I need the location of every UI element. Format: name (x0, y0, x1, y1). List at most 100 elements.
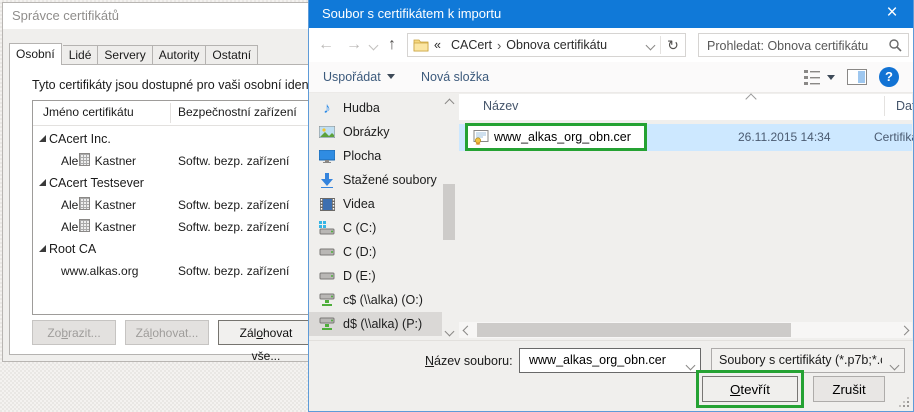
manager-buttons: Zobrazit... Zálohovat... Zálohovat vše..… (10, 320, 310, 346)
expanded-triangle-icon (39, 135, 46, 142)
address-bar[interactable]: « CACert › Obnova certifikátu ↻ (407, 33, 686, 57)
new-folder-button[interactable]: Nová složka (421, 62, 489, 92)
help-icon[interactable]: ? (879, 67, 899, 87)
sidebar-item-hudba[interactable]: ♪ Hudba (309, 96, 456, 120)
breadcrumb-obnova-certifikatu[interactable]: Obnova certifikátu (501, 38, 612, 52)
backup-all-button[interactable]: Zálohovat vše... (218, 320, 310, 345)
resize-grip[interactable] (899, 397, 909, 407)
file-list-header: Název Datum změny Typ (459, 94, 912, 120)
address-dropdown-icon[interactable] (640, 38, 660, 52)
filename-label: Název souboru: (425, 354, 511, 368)
sidebar-item-obrazky[interactable]: Obrázky (309, 120, 456, 144)
tab-bar: Osobní Lidé Servery Autority Ostatní (9, 43, 258, 65)
up-icon[interactable]: ↑ (381, 34, 403, 56)
file-date: 26.11.2015 14:34 (738, 130, 831, 144)
search-input[interactable] (705, 36, 879, 56)
sidebar-item-stazene-soubory[interactable]: Stažené soubory (309, 168, 456, 192)
tab-lide[interactable]: Lidé (63, 45, 99, 65)
music-icon: ♪ (319, 100, 335, 116)
column-device[interactable]: Bezpečnostní zařízení (178, 105, 297, 119)
drive-icon (319, 244, 335, 260)
sidebar-item-drive-d[interactable]: C (D:) (309, 240, 456, 264)
horizontal-scrollbar[interactable] (459, 322, 912, 338)
views-caret-icon (827, 75, 835, 80)
details-view-icon (804, 70, 821, 85)
scroll-up-icon[interactable] (442, 96, 456, 110)
sidebar-scrollbar[interactable] (442, 96, 456, 338)
network-drive-icon (319, 316, 335, 332)
preview-pane-icon[interactable] (847, 69, 867, 85)
combo-chevron-icon[interactable] (891, 358, 898, 372)
dialog-footer: Název souboru: Soubory s certifikáty (*.… (309, 340, 913, 411)
scrollbar-thumb[interactable] (443, 184, 455, 240)
tree-cert-row[interactable]: Ale KastnerSoftw. bezp. zařízení (33, 216, 310, 238)
missing-glyph-box (79, 219, 90, 232)
pictures-icon (319, 124, 335, 140)
sidebar-item-network-p[interactable]: d$ (\\alka) (P:) (309, 312, 442, 336)
system-drive-icon (319, 220, 335, 236)
backup-button[interactable]: Zálohovat... (125, 320, 209, 345)
search-box (698, 33, 909, 57)
tab-ostatni[interactable]: Ostatní (206, 45, 258, 65)
sidebar-item-videa[interactable]: Videa (309, 192, 456, 216)
tab-autority[interactable]: Autority (153, 45, 207, 65)
device-cell: Softw. bezp. zařízení (178, 260, 289, 282)
certificate-tree: CAcert Inc. Ale KastnerSoftw. bezp. zaří… (33, 128, 310, 282)
dialog-titlebar: Soubor s certifikátem k importu × (309, 0, 913, 28)
scrollbar-thumb[interactable] (477, 323, 791, 337)
command-bar: Uspořádat Nová složka ? (309, 62, 913, 93)
refresh-icon[interactable]: ↻ (661, 37, 685, 54)
sidebar-item-drive-e[interactable]: D (E:) (309, 264, 456, 288)
file-name[interactable]: www_alkas_org_obn.cer (494, 130, 631, 144)
column-nazev[interactable]: Název (483, 99, 518, 113)
back-icon[interactable]: ← (315, 34, 337, 56)
tab-osobni[interactable]: Osobní (9, 43, 62, 65)
filename-input[interactable] (527, 352, 671, 368)
column-datum-zmeny[interactable]: Datum změny (896, 99, 914, 113)
tab-servery[interactable]: Servery (98, 45, 152, 65)
open-button[interactable]: Otevřít (702, 376, 798, 402)
views-button[interactable] (804, 70, 835, 85)
videos-icon (319, 196, 335, 212)
annotation-box-file: www_alkas_org_obn.cer (465, 123, 647, 151)
tree-cert-row[interactable]: www.alkas.orgSoftw. bezp. zařízení (33, 260, 310, 282)
organize-menu[interactable]: Uspořádat (323, 62, 395, 92)
search-icon (888, 38, 902, 52)
tree-group-row[interactable]: CAcert Inc. (33, 128, 310, 150)
places-sidebar: ♪ Hudba Obrázky Plocha Stažené soubory V… (309, 96, 456, 336)
sort-ascending-icon (745, 93, 756, 104)
device-cell: Softw. bezp. zařízení (178, 216, 289, 238)
column-name[interactable]: Jméno certifikátu (43, 105, 134, 119)
combo-chevron-icon[interactable] (687, 358, 694, 372)
intro-text: Tyto certifikáty jsou dostupné pro vaši … (32, 78, 310, 92)
network-drive-icon (319, 292, 335, 308)
certificate-manager-window: Správce certifikátů Osobní Lidé Servery … (2, 2, 310, 362)
view-button[interactable]: Zobrazit... (32, 320, 116, 345)
device-cell: Softw. bezp. zařízení (178, 150, 289, 172)
cancel-button[interactable]: Zrušit (813, 376, 885, 402)
breadcrumb-collapsed[interactable]: « (429, 38, 446, 52)
tree-group-row[interactable]: Root CA (33, 238, 310, 260)
scroll-left-icon[interactable] (459, 322, 475, 338)
sidebar-item-plocha[interactable]: Plocha (309, 144, 456, 168)
downloads-icon (319, 172, 335, 188)
device-cell: Softw. bezp. zařízení (178, 194, 289, 216)
breadcrumb-cacert[interactable]: CACert (446, 38, 497, 52)
sidebar-item-drive-c[interactable]: C (C:) (309, 216, 456, 240)
tree-cert-row[interactable]: Ale KastnerSoftw. bezp. zařízení (33, 150, 310, 172)
forward-icon[interactable]: → (343, 34, 365, 56)
filename-combobox[interactable] (519, 348, 701, 373)
tree-cert-row[interactable]: Ale KastnerSoftw. bezp. zařízení (33, 194, 310, 216)
close-icon[interactable]: × (871, 0, 913, 28)
certificate-file-icon (473, 130, 489, 145)
history-dropdown-icon[interactable] (366, 34, 380, 56)
sidebar-item-network-o[interactable]: c$ (\\alka) (O:) (309, 288, 456, 312)
folder-icon (413, 38, 429, 52)
window-title: Správce certifikátů (3, 3, 309, 29)
scroll-down-icon[interactable] (442, 324, 456, 338)
scroll-right-icon[interactable] (896, 322, 912, 338)
tab-panel: Tyto certifikáty jsou dostupné pro vaši … (9, 64, 310, 355)
table-header: Jméno certifikátu Bezpečnostní zařízení (33, 101, 310, 126)
tree-group-row[interactable]: CAcert Testsever (33, 172, 310, 194)
filetype-value: Soubory s certifikáty (*.p7b;*.cr (719, 353, 882, 367)
